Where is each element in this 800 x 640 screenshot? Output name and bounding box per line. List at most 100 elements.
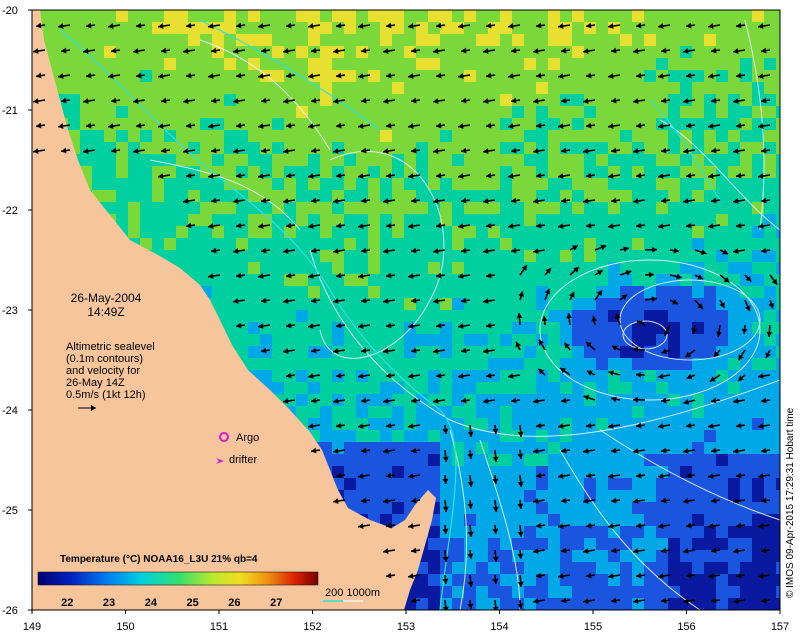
sst-cell xyxy=(392,202,404,214)
altimetry-note-line: 26-May 14Z xyxy=(66,377,125,389)
sst-cell xyxy=(392,262,404,274)
sst-cell xyxy=(680,310,692,322)
sst-cell xyxy=(200,22,212,34)
sst-cell xyxy=(248,154,260,166)
sst-cell xyxy=(392,226,404,238)
sst-cell xyxy=(692,442,704,454)
sst-cell xyxy=(368,82,380,94)
sst-cell xyxy=(608,478,620,490)
sst-cell xyxy=(368,106,380,118)
sst-cell xyxy=(500,322,512,334)
sst-cell xyxy=(704,586,716,598)
drifter-label: drifter xyxy=(229,454,257,466)
sst-cell xyxy=(368,58,380,70)
sst-cell xyxy=(536,406,548,418)
sst-cell xyxy=(296,286,308,298)
sst-cell xyxy=(320,130,332,142)
sst-cell xyxy=(728,586,740,598)
sst-cell xyxy=(404,118,416,130)
sst-cell xyxy=(368,382,380,394)
sst-cell xyxy=(596,250,608,262)
sst-cell xyxy=(596,106,608,118)
sst-cell xyxy=(296,70,308,82)
sst-cell xyxy=(344,226,356,238)
sst-cell xyxy=(116,142,128,154)
sst-cell xyxy=(236,286,248,298)
sst-cell xyxy=(488,514,500,526)
sst-cell xyxy=(176,34,188,46)
sst-cell xyxy=(524,526,536,538)
sst-cell xyxy=(728,514,740,526)
sst-cell xyxy=(344,202,356,214)
sst-cell xyxy=(332,358,344,370)
sst-cell xyxy=(512,154,524,166)
sst-cell xyxy=(320,322,332,334)
sst-cell xyxy=(584,562,596,574)
sst-cell xyxy=(536,514,548,526)
sst-cell xyxy=(452,550,464,562)
sst-cell xyxy=(416,358,428,370)
sst-cell xyxy=(152,202,164,214)
sst-cell xyxy=(452,262,464,274)
sst-cell xyxy=(572,10,584,22)
sst-cell xyxy=(704,358,716,370)
sst-cell xyxy=(248,202,260,214)
sst-cell xyxy=(344,274,356,286)
sst-cell xyxy=(320,118,332,130)
sst-cell xyxy=(596,10,608,22)
sst-cell xyxy=(80,154,92,166)
sst-cell xyxy=(164,178,176,190)
sst-cell xyxy=(644,226,656,238)
sst-cell xyxy=(764,310,776,322)
sst-cell xyxy=(140,202,152,214)
sst-cell xyxy=(440,22,452,34)
sst-cell xyxy=(188,262,200,274)
sst-cell xyxy=(140,130,152,142)
sst-cell xyxy=(620,382,632,394)
sst-cell xyxy=(536,238,548,250)
sst-cell xyxy=(344,394,356,406)
sst-cell xyxy=(656,358,668,370)
sst-cell xyxy=(224,118,236,130)
sst-cell xyxy=(512,82,524,94)
sst-cell xyxy=(308,58,320,70)
sst-cell xyxy=(776,166,780,178)
sst-cell xyxy=(716,586,728,598)
sst-cell xyxy=(728,178,740,190)
sst-cell xyxy=(44,34,56,46)
sst-cell xyxy=(404,106,416,118)
sst-cell xyxy=(308,382,320,394)
sst-cell xyxy=(704,454,716,466)
sst-cell xyxy=(776,274,780,286)
sst-cell xyxy=(344,82,356,94)
sst-cell xyxy=(752,358,764,370)
sst-cell xyxy=(752,442,764,454)
sst-cell xyxy=(572,418,584,430)
sst-cell xyxy=(548,586,560,598)
sst-cell xyxy=(116,10,128,22)
sst-cell xyxy=(524,562,536,574)
sst-cell xyxy=(524,298,536,310)
sst-cell xyxy=(344,370,356,382)
sst-cell xyxy=(272,154,284,166)
sst-cell xyxy=(368,10,380,22)
sst-cell xyxy=(536,34,548,46)
sst-cell xyxy=(692,538,704,550)
sst-cell xyxy=(632,430,644,442)
sst-cell xyxy=(728,190,740,202)
sst-cell xyxy=(740,562,752,574)
sst-cell xyxy=(560,238,572,250)
sst-cell xyxy=(572,430,584,442)
sst-cell xyxy=(392,406,404,418)
sst-cell xyxy=(404,418,416,430)
sst-cell xyxy=(380,10,392,22)
sst-cell xyxy=(104,166,116,178)
sst-cell xyxy=(92,130,104,142)
sst-cell xyxy=(308,214,320,226)
sst-cell xyxy=(476,178,488,190)
sst-cell xyxy=(224,166,236,178)
sst-cell xyxy=(644,454,656,466)
sst-cell xyxy=(668,478,680,490)
sst-cell xyxy=(500,466,512,478)
sst-cell xyxy=(596,130,608,142)
